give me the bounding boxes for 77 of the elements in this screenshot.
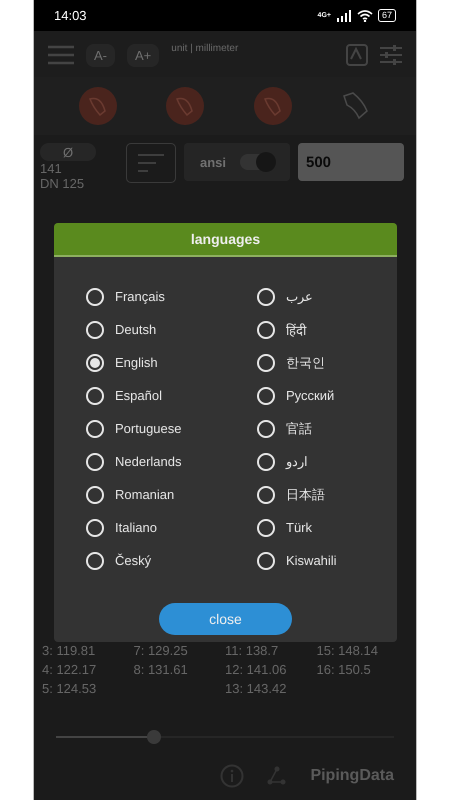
- radio-button[interactable]: [86, 288, 104, 306]
- brand-name: PipingData: [310, 767, 394, 785]
- language-option[interactable]: Portuguese: [86, 412, 257, 445]
- radio-button[interactable]: [86, 518, 104, 536]
- radio-button[interactable]: [86, 552, 104, 570]
- language-label: हिंदी: [286, 322, 306, 338]
- radio-button[interactable]: [86, 386, 104, 404]
- radio-button[interactable]: [86, 452, 104, 470]
- radio-button[interactable]: [257, 288, 275, 306]
- radio-button[interactable]: [257, 486, 275, 504]
- value-text: 5: 124.53: [42, 680, 98, 698]
- unit-label: unit | millimeter: [171, 43, 240, 54]
- language-option[interactable]: Kiswahili: [257, 544, 398, 577]
- language-label: Nederlands: [115, 454, 182, 469]
- radio-button[interactable]: [257, 420, 275, 438]
- value-text: 3: 119.81: [42, 642, 96, 660]
- wifi-icon: [356, 10, 373, 22]
- value-text: 11: 138.7: [225, 642, 280, 660]
- battery-level: 67: [378, 9, 396, 22]
- language-label: Italiano: [115, 520, 157, 535]
- language-label: 官話: [286, 420, 312, 438]
- value-text: 4: 122.17: [42, 661, 98, 679]
- radio-button[interactable]: [86, 354, 104, 372]
- clock-time: 14:03: [54, 8, 87, 23]
- language-option[interactable]: Český: [86, 544, 257, 577]
- language-option[interactable]: 日本語: [257, 478, 398, 511]
- language-option[interactable]: Nederlands: [86, 445, 257, 478]
- language-label: Deutsh: [115, 322, 156, 337]
- language-label: Türk: [286, 520, 312, 535]
- radio-button[interactable]: [257, 518, 275, 536]
- dialog-title: languages: [54, 223, 397, 257]
- standard-label: ansi: [200, 154, 226, 170]
- language-label: 한국인: [286, 354, 325, 372]
- language-option[interactable]: Русский: [257, 379, 398, 412]
- language-label: English: [115, 355, 158, 370]
- language-label: عرب: [286, 289, 313, 304]
- language-option[interactable]: हिंदी: [257, 313, 398, 346]
- value-text: 7: 129.25: [134, 642, 189, 660]
- language-option[interactable]: Français: [86, 280, 257, 313]
- language-label: Český: [115, 553, 152, 568]
- language-label: Русский: [286, 388, 334, 403]
- list-icon: [138, 153, 164, 173]
- radio-button[interactable]: [257, 452, 275, 470]
- nominal-size: DN 125: [40, 176, 86, 191]
- radio-button[interactable]: [257, 386, 275, 404]
- toggle-switch[interactable]: [240, 154, 274, 170]
- value-text: 15: 148.14: [316, 642, 379, 660]
- language-option[interactable]: 한국인: [257, 346, 398, 379]
- language-option[interactable]: عرب: [257, 280, 398, 313]
- language-option[interactable]: Italiano: [86, 511, 257, 544]
- language-label: Français: [115, 289, 165, 304]
- radio-button[interactable]: [257, 354, 275, 372]
- language-label: 日本語: [286, 486, 325, 504]
- radio-button[interactable]: [86, 486, 104, 504]
- language-option[interactable]: Español: [86, 379, 257, 412]
- radio-button[interactable]: [86, 420, 104, 438]
- language-option[interactable]: 官話: [257, 412, 398, 445]
- radio-button[interactable]: [257, 320, 275, 338]
- language-label: Español: [115, 388, 162, 403]
- language-option[interactable]: Romanian: [86, 478, 257, 511]
- language-label: Kiswahili: [286, 553, 337, 568]
- radio-button[interactable]: [257, 552, 275, 570]
- language-label: Portuguese: [115, 421, 182, 436]
- value-text: 16: 150.5: [316, 661, 372, 679]
- language-option[interactable]: English: [86, 346, 257, 379]
- outer-diameter: 141: [40, 161, 63, 176]
- value-text: 12: 141.06: [225, 661, 288, 679]
- language-option[interactable]: Deutsh: [86, 313, 257, 346]
- slider-thumb[interactable]: [147, 730, 162, 744]
- language-option[interactable]: اردو: [257, 445, 398, 478]
- language-label: اردو: [286, 454, 308, 469]
- language-label: Romanian: [115, 487, 174, 502]
- value-text: 13: 143.42: [225, 680, 288, 698]
- language-option[interactable]: Türk: [257, 511, 398, 544]
- radio-button[interactable]: [86, 320, 104, 338]
- signal-icon: [336, 10, 352, 22]
- value-text: 8: 131.61: [134, 661, 189, 679]
